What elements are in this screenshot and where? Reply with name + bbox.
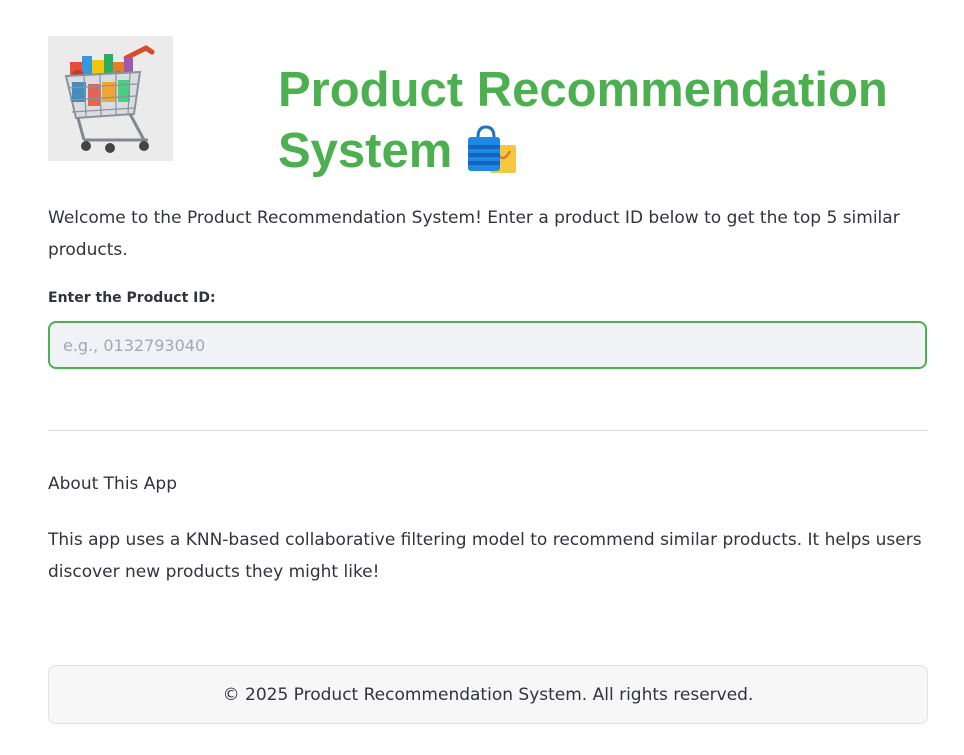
footer-text: © 2025 Product Recommendation System. Al… — [222, 684, 754, 705]
page-title-text: Product Recommendation System — [278, 63, 888, 178]
about-heading: About This App — [48, 474, 178, 494]
shopping-cart-icon — [64, 45, 155, 153]
page-title: Product Recommendation System — [278, 60, 938, 182]
section-divider — [48, 430, 928, 431]
product-id-label: Enter the Product ID: — [48, 290, 216, 306]
about-text: This app uses a KNN-based collaborative … — [48, 530, 922, 582]
shopping-bags-icon — [466, 125, 518, 177]
welcome-text: Welcome to the Product Recommendation Sy… — [48, 208, 900, 260]
footer: © 2025 Product Recommendation System. Al… — [48, 665, 928, 724]
product-id-input[interactable] — [48, 321, 927, 369]
shopping-cart-logo — [48, 36, 173, 161]
